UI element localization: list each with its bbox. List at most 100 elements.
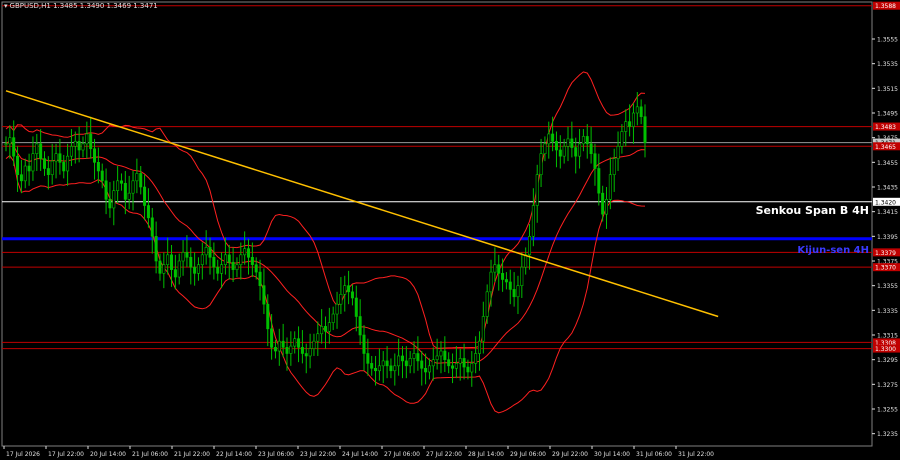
candle-body-126 — [489, 271, 493, 293]
y-tick-label-15: 1.3255 — [877, 407, 898, 414]
candle-body-54 — [212, 256, 216, 268]
candle-body-95 — [370, 363, 374, 369]
y-tick-label-5: 1.3455 — [877, 160, 898, 167]
y-tick-label-16: 1.3235 — [877, 431, 898, 438]
candle-body-96 — [374, 367, 378, 372]
candle-body-41 — [162, 264, 166, 274]
x-tick-label-3: 21 Jul 06:00 — [132, 451, 168, 458]
level-tag-0: 1.3588 — [875, 3, 896, 10]
candle-body-151 — [585, 136, 589, 145]
candle-body-117 — [454, 363, 458, 369]
candle-body-26 — [104, 180, 108, 200]
candle-body-20 — [81, 143, 85, 151]
candle-body-123 — [477, 340, 481, 354]
candle-body-112 — [435, 355, 439, 360]
candle-body-136 — [528, 236, 532, 256]
level-tag-3: 1.3465 — [875, 144, 896, 151]
candle-body-70 — [273, 347, 277, 352]
candle-body-97 — [377, 365, 381, 372]
candle-body-127 — [493, 264, 497, 273]
candle-body-50 — [196, 264, 200, 274]
candle-body-125 — [485, 291, 489, 317]
candle-body-25 — [100, 170, 104, 182]
candle-body-161 — [624, 121, 628, 132]
candle-body-86 — [335, 303, 339, 315]
candle-body-116 — [451, 365, 455, 369]
candle-body-51 — [200, 254, 204, 265]
candle-body-22 — [89, 133, 93, 150]
candle-body-149 — [578, 143, 582, 157]
candle-body-129 — [501, 273, 505, 280]
candle-body-133 — [516, 285, 520, 298]
candle-body-113 — [439, 350, 443, 357]
y-tick-label-7: 1.3415 — [877, 209, 898, 216]
candle-body-61 — [239, 254, 243, 265]
candle-body-46 — [181, 252, 185, 262]
x-tick-label-11: 28 Jul 14:00 — [468, 451, 504, 458]
candle-body-85 — [331, 313, 335, 323]
candle-body-120 — [466, 366, 470, 373]
candle-body-147 — [570, 138, 574, 148]
candle-body-39 — [154, 236, 158, 262]
candle-body-159 — [616, 146, 620, 159]
candle-body-99 — [385, 360, 389, 367]
plot-border — [1, 1, 873, 447]
candle-body-135 — [524, 254, 528, 268]
candle-body-43 — [170, 254, 174, 270]
candle-body-148 — [574, 147, 578, 157]
candle-body-66 — [258, 271, 262, 286]
candle-body-3 — [16, 155, 20, 175]
candle-body-108 — [420, 360, 424, 369]
candle-body-62 — [243, 248, 247, 256]
candle-body-47 — [185, 252, 189, 258]
candle-body-33 — [131, 180, 135, 194]
candle-body-6 — [27, 165, 31, 172]
candle-body-44 — [173, 269, 177, 278]
candle-body-83 — [323, 326, 327, 332]
candle-body-158 — [612, 158, 616, 175]
candle-body-141 — [547, 133, 551, 145]
x-tick-label-1: 17 Jul 22:00 — [48, 451, 84, 458]
candle-body-65 — [254, 264, 258, 273]
candle-body-29 — [116, 180, 120, 191]
candle-body-34 — [135, 173, 139, 182]
candle-body-107 — [416, 353, 420, 362]
x-tick-label-16: 31 Jul 22:00 — [678, 451, 714, 458]
time-axis: 17 Jul 2026 17 Jul 22:00 20 Jul 14:00 21 Ju… — [3, 446, 714, 458]
candle-body-9 — [39, 143, 43, 159]
x-tick-label-6: 23 Jul 06:00 — [258, 451, 294, 458]
candle-body-79 — [308, 348, 312, 357]
candle-body-5 — [23, 165, 27, 182]
candle-body-48 — [189, 256, 193, 268]
candle-body-0 — [4, 143, 8, 146]
candle-body-121 — [470, 363, 474, 373]
candle-body-2 — [12, 137, 16, 157]
x-tick-label-12: 29 Jul 06:00 — [510, 451, 546, 458]
candle-body-131 — [508, 281, 512, 290]
price-chart[interactable]: Senkou Span B 4H Kijun-sen 4H 1.3555 1.353… — [0, 0, 900, 460]
candle-body-36 — [143, 186, 147, 206]
candle-body-137 — [531, 205, 535, 237]
candle-body-53 — [208, 247, 212, 258]
candle-body-88 — [343, 285, 347, 295]
candle-body-105 — [408, 358, 412, 367]
candle-body-118 — [458, 358, 462, 364]
x-tick-label-14: 30 Jul 14:00 — [594, 451, 630, 458]
candle-body-76 — [297, 338, 301, 348]
candle-body-94 — [366, 353, 370, 364]
candle-body-7 — [31, 153, 35, 172]
candle-body-56 — [220, 264, 224, 274]
candle-body-91 — [354, 297, 358, 317]
candle-body-18 — [73, 141, 77, 147]
level-tag-9: 1.3300 — [875, 346, 896, 353]
y-tick-label-13: 1.3295 — [877, 357, 898, 364]
candle-body-64 — [250, 256, 254, 265]
candle-body-84 — [327, 322, 331, 332]
candle-body-163 — [631, 112, 635, 127]
price-axis: 1.35551.35351.35151.34951.34751.34551.34… — [872, 37, 898, 438]
candle-body-152 — [589, 143, 593, 154]
candle-body-98 — [381, 360, 385, 367]
candle-body-144 — [558, 149, 562, 157]
horizontal-levels: Senkou Span B 4H Kijun-sen 4H — [2, 5, 872, 350]
candle-body-104 — [404, 360, 408, 367]
